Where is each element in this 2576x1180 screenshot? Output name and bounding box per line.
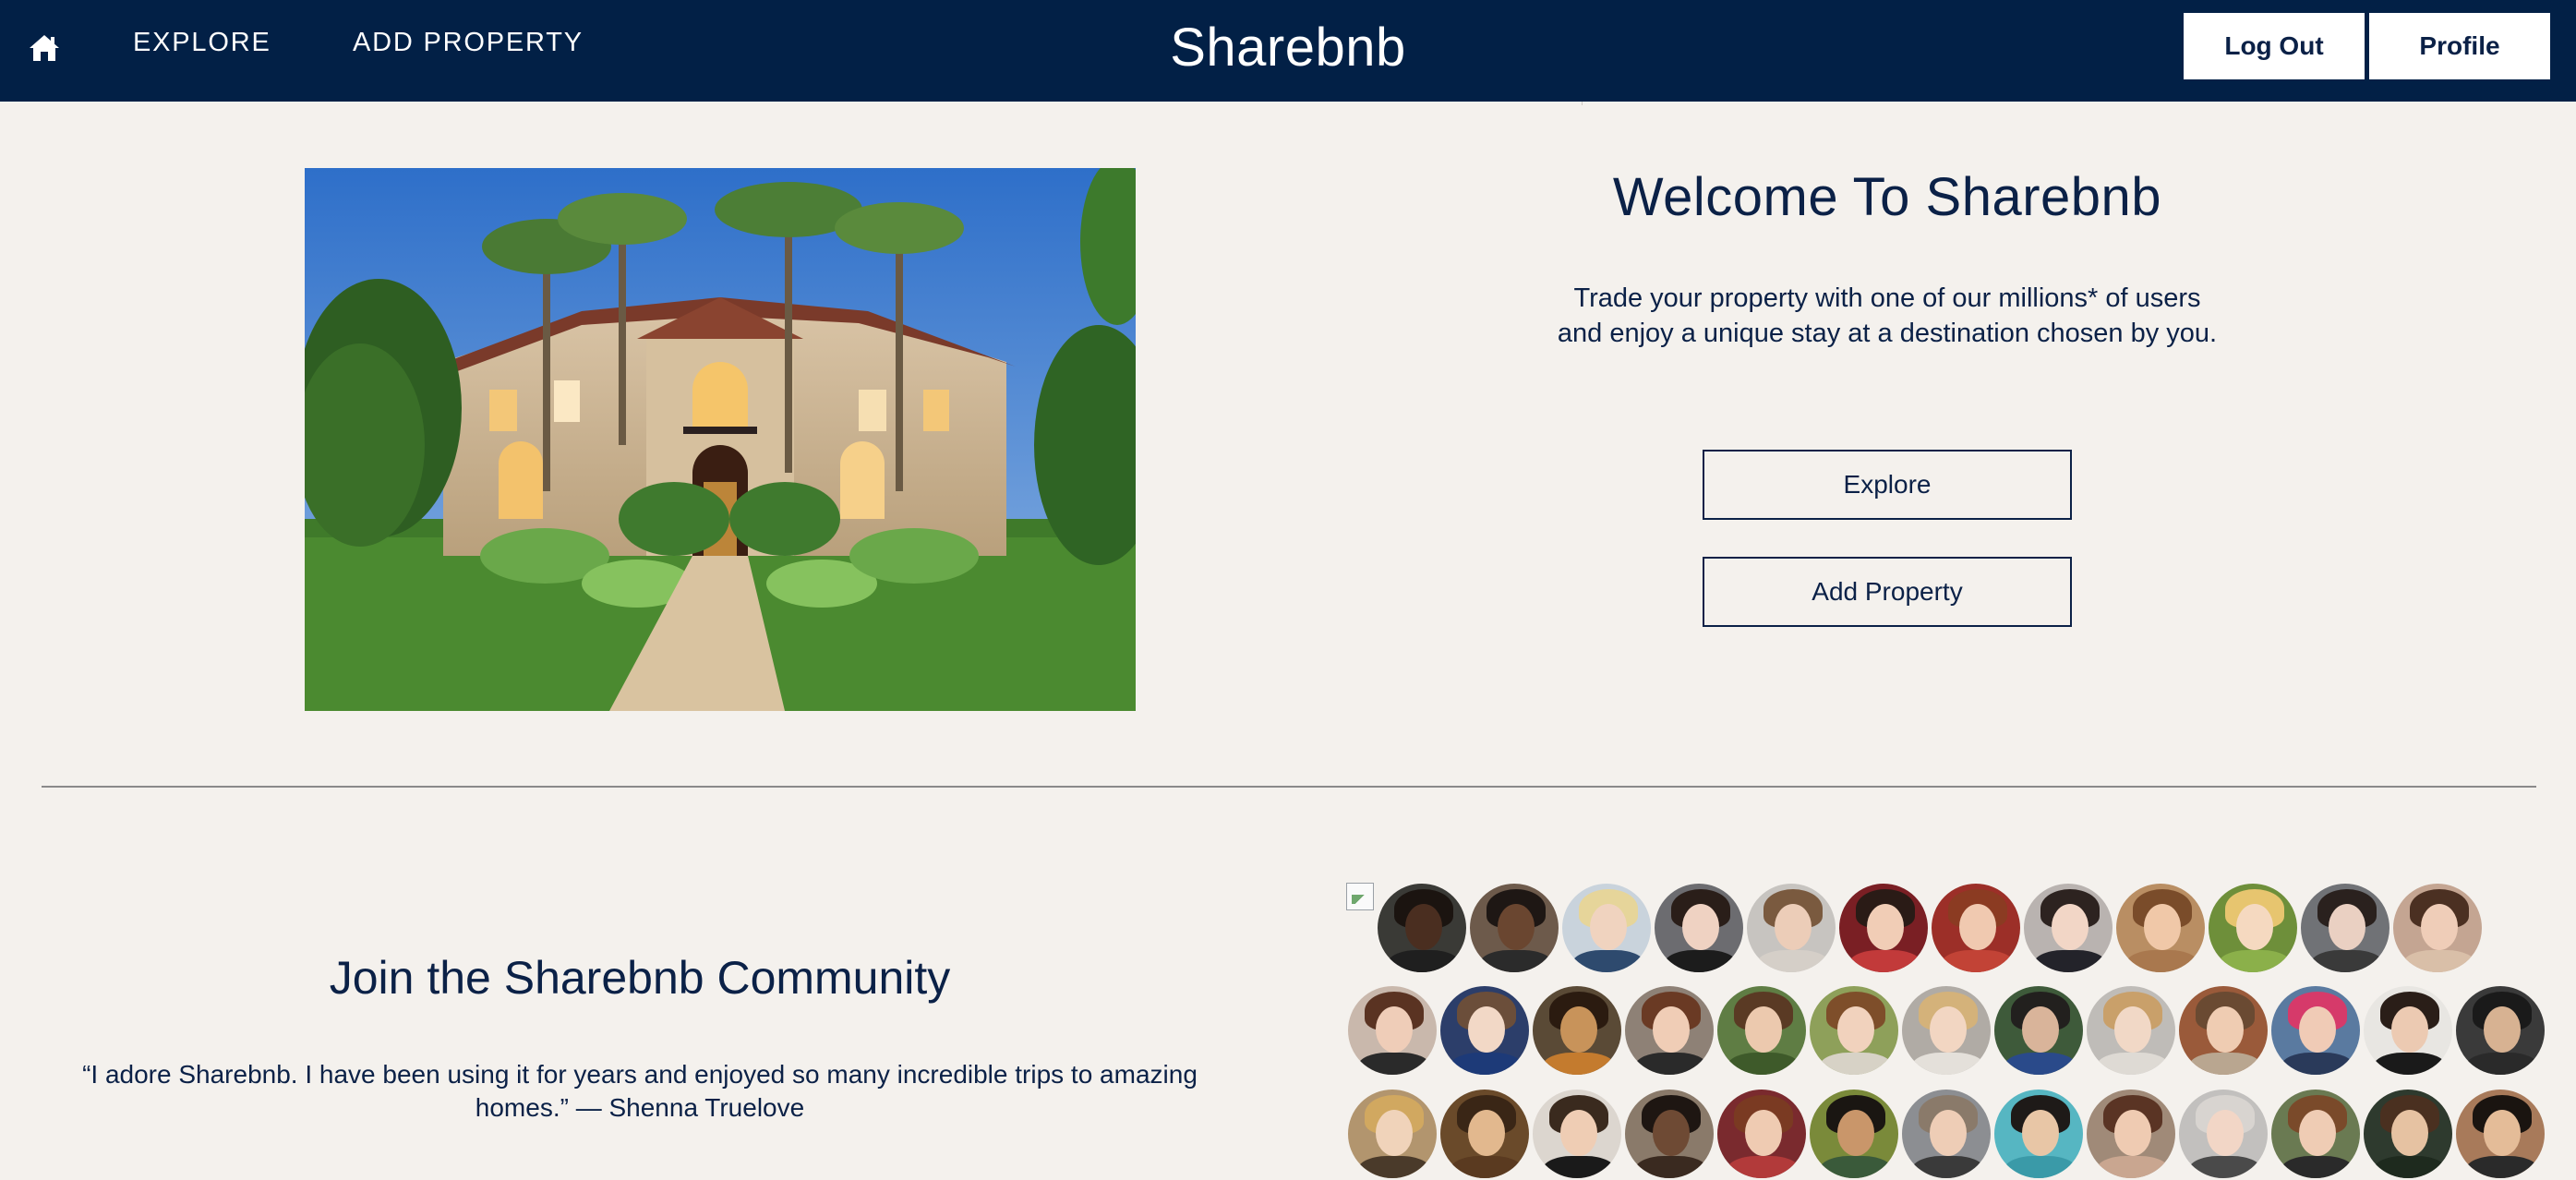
community-member-avatar [1900,1088,1992,1180]
community-member-avatar [2022,882,2114,974]
community-member-avatar [1930,882,2022,974]
broken-image-icon [1346,883,1374,910]
explore-button[interactable]: Explore [1703,450,2072,520]
community-member-avatar [1438,984,1531,1077]
nav-add-property-link[interactable]: ADD PROPERTY [353,28,584,58]
profile-button[interactable]: Profile [2369,13,2550,79]
section-divider [42,786,2536,788]
community-member-avatar [2454,984,2546,1077]
nav-explore-link[interactable]: EXPLORE [133,28,271,58]
hero-house-image [305,168,1136,711]
community-member-avatar [1808,984,1900,1077]
add-property-button[interactable]: Add Property [1703,557,2072,627]
community-member-avatar [1468,882,1560,974]
testimonial-quote: “I adore Sharebnb. I have been using it … [82,1060,1198,1122]
community-member-avatar [1346,984,1438,1077]
community-member-avatar [1837,882,1930,974]
community-member-avatar [1376,882,1468,974]
community-member-avatar [2299,882,2391,974]
logout-button[interactable]: Log Out [2184,13,2365,79]
top-navbar: EXPLORE ADD PROPERTY Sharebnb Log Out Pr… [0,0,2576,102]
community-member-avatar [1531,1088,1623,1180]
community-member-avatar [1560,882,1653,974]
home-icon[interactable] [28,31,61,65]
community-member-avatar [1900,984,1992,1077]
community-member-avatar [1653,882,1745,974]
community-member-avatar [1623,984,1715,1077]
community-member-avatar [1715,1088,1808,1180]
welcome-description: Trade your property with one of our mill… [1557,283,2218,348]
community-member-avatar [1745,882,1837,974]
community-member-avatar [2269,1088,2362,1180]
community-member-avatar [1992,984,2085,1077]
community-member-avatar [2177,1088,2269,1180]
community-member-avatar [2362,984,2454,1077]
community-member-avatar [2207,882,2299,974]
community-member-avatar [2085,984,2177,1077]
community-member-avatar [2362,1088,2454,1180]
community-member-avatar [2454,1088,2546,1180]
community-member-avatar [1808,1088,1900,1180]
community-member-avatar [2391,882,2484,974]
community-member-avatar [2269,984,2362,1077]
community-member-avatar [1623,1088,1715,1180]
welcome-title: Welcome To Sharebnb [1612,167,2162,227]
community-title: Join the Sharebnb Community [329,952,951,1004]
community-member-avatar [2085,1088,2177,1180]
community-member-avatar [1531,984,1623,1077]
divider [1582,102,1583,105]
community-member-avatar [2114,882,2207,974]
community-member-avatar [1438,1088,1531,1180]
community-member-avatar [1346,1088,1438,1180]
community-member-avatar [2177,984,2269,1077]
community-member-avatar [1992,1088,2085,1180]
community-member-avatar [1715,984,1808,1077]
